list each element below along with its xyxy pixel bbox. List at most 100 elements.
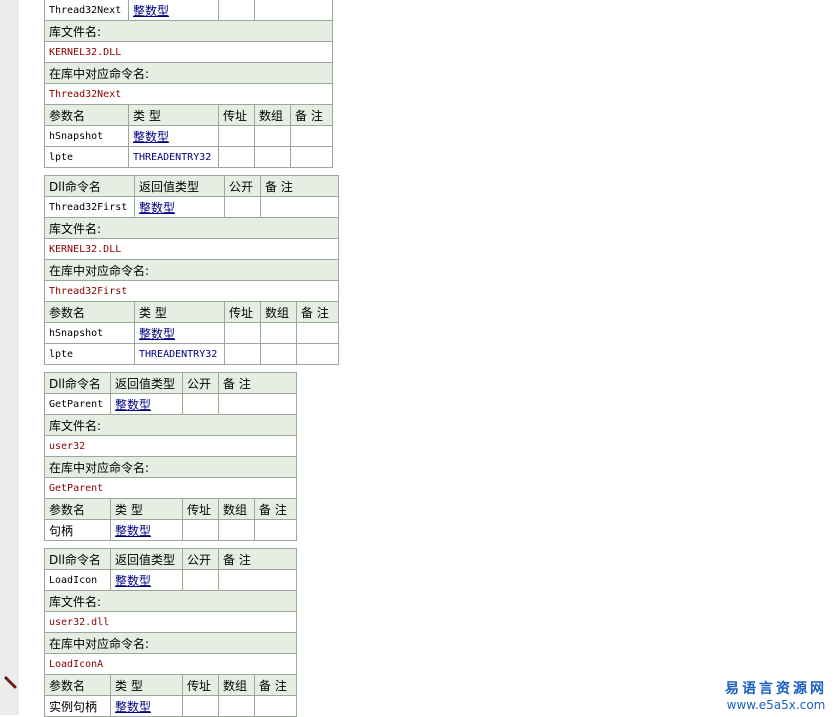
param-type-header: 类 型 — [134, 301, 225, 323]
param-type[interactable]: 整数型 — [110, 695, 183, 717]
lib-cmd-value: LoadIconA — [43, 653, 298, 675]
param-header-row: 参数名 类 型 传址 数组 备 注 — [44, 498, 298, 520]
dll-value-row: Thread32First 整数型 — [44, 196, 340, 218]
by-ref-header: 传址 — [182, 674, 219, 696]
param-name: lpte — [44, 146, 129, 168]
dll-name-value: Thread32First — [44, 196, 135, 218]
dll-value-row: LoadIcon 整数型 — [44, 569, 298, 591]
lib-cmd-value: Thread32Next — [43, 83, 334, 105]
dll-name-value: GetParent — [44, 393, 111, 415]
lib-cmd-label: 在库中对应命令名: — [43, 259, 340, 281]
lib-cmd-value: GetParent — [43, 477, 298, 499]
param-name: 句柄 — [44, 519, 111, 541]
param-remark-header: 备 注 — [253, 674, 298, 696]
array-header: 数组 — [254, 104, 291, 126]
lib-file-value: KERNEL32.DLL — [43, 238, 340, 260]
lib-file-label: 库文件名: — [43, 20, 334, 42]
dll-header-row: Dll命令名 返回值类型 公开 备 注 — [44, 548, 298, 570]
lib-file-value: KERNEL32.DLL — [43, 41, 334, 63]
param-name: hSnapshot — [44, 125, 129, 147]
param-name: 实例句柄 — [44, 695, 111, 717]
return-type-value[interactable]: 整数型 — [110, 569, 183, 591]
remark-header: 备 注 — [259, 175, 340, 197]
array-header: 数组 — [218, 498, 255, 520]
param-row: lpte THREADENTRY32 — [44, 146, 334, 168]
param-name: hSnapshot — [44, 322, 135, 344]
param-name-header: 参数名 — [44, 498, 111, 520]
param-row: hSnapshot 整数型 — [44, 125, 334, 147]
by-ref-header: 传址 — [224, 301, 261, 323]
array-header: 数组 — [218, 674, 255, 696]
lib-file-value: user32 — [43, 435, 298, 457]
param-remark-header: 备 注 — [253, 498, 298, 520]
dll-header-row: Dll命令名 返回值类型 公开 备 注 — [44, 175, 340, 197]
public-header: 公开 — [182, 372, 219, 394]
dll-name-header: Dll命令名 — [44, 548, 111, 570]
left-gutter — [0, 0, 19, 715]
return-type-header: 返回值类型 — [110, 548, 183, 570]
param-row: 句柄 整数型 — [44, 519, 298, 541]
lib-file-label: 库文件名: — [43, 217, 340, 239]
lib-cmd-label: 在库中对应命令名: — [43, 632, 298, 654]
param-row: lpte THREADENTRY32 — [44, 343, 340, 365]
dll-value-row: GetParent 整数型 — [44, 393, 298, 415]
param-type[interactable]: THREADENTRY32 — [128, 146, 219, 168]
public-value — [218, 0, 255, 21]
public-value — [182, 569, 219, 591]
remark-value — [217, 393, 298, 415]
remark-header: 备 注 — [217, 548, 298, 570]
return-type-header: 返回值类型 — [134, 175, 225, 197]
public-header: 公开 — [224, 175, 261, 197]
remark-value — [217, 569, 298, 591]
by-ref-header: 传址 — [218, 104, 255, 126]
lib-cmd-value: Thread32First — [43, 280, 340, 302]
remark-value — [253, 0, 334, 21]
param-name: lpte — [44, 343, 135, 365]
param-remark-header: 备 注 — [295, 301, 340, 323]
site-watermark: 易语言资源网 www.e5a5x.com — [725, 678, 827, 712]
dll-header-row: Dll命令名 返回值类型 公开 备 注 — [44, 372, 298, 394]
dll-command-block: Dll命令名 返回值类型 公开 备 注 LoadIcon 整数型 库文件名: u… — [43, 548, 298, 717]
param-remark-header: 备 注 — [289, 104, 334, 126]
param-type-header: 类 型 — [128, 104, 219, 126]
array-header: 数组 — [260, 301, 297, 323]
param-header-row: 参数名 类 型 传址 数组 备 注 — [44, 104, 334, 126]
dll-name-value: LoadIcon — [44, 569, 111, 591]
param-row: hSnapshot 整数型 — [44, 322, 340, 344]
dll-name-header: Dll命令名 — [44, 175, 135, 197]
lib-cmd-label: 在库中对应命令名: — [43, 456, 298, 478]
param-type[interactable]: 整数型 — [134, 322, 225, 344]
param-type-header: 类 型 — [110, 498, 183, 520]
param-type[interactable]: THREADENTRY32 — [134, 343, 225, 365]
remark-header: 备 注 — [217, 372, 298, 394]
public-header: 公开 — [182, 548, 219, 570]
lib-file-label: 库文件名: — [43, 590, 298, 612]
remark-value — [259, 196, 340, 218]
lib-cmd-label: 在库中对应命令名: — [43, 62, 334, 84]
param-type[interactable]: 整数型 — [110, 519, 183, 541]
dll-command-block: Dll命令名 返回值类型 公开 备 注 Thread32Next 整数型 库文件… — [43, 0, 334, 168]
dll-name-header: Dll命令名 — [44, 372, 111, 394]
pencil-icon[interactable] — [4, 676, 17, 689]
dll-command-block: Dll命令名 返回值类型 公开 备 注 GetParent 整数型 库文件名: … — [43, 372, 298, 541]
public-value — [182, 393, 219, 415]
param-header-row: 参数名 类 型 传址 数组 备 注 — [44, 674, 298, 696]
param-type[interactable]: 整数型 — [128, 125, 219, 147]
return-type-value[interactable]: 整数型 — [134, 196, 225, 218]
param-name-header: 参数名 — [44, 301, 135, 323]
param-name-header: 参数名 — [44, 674, 111, 696]
dll-command-block: Dll命令名 返回值类型 公开 备 注 Thread32First 整数型 库文… — [43, 175, 340, 365]
param-name-header: 参数名 — [44, 104, 129, 126]
public-value — [224, 196, 261, 218]
dll-value-row: Thread32Next 整数型 — [44, 0, 334, 21]
watermark-url: www.e5a5x.com — [726, 698, 826, 712]
lib-file-label: 库文件名: — [43, 414, 298, 436]
param-header-row: 参数名 类 型 传址 数组 备 注 — [44, 301, 340, 323]
return-type-value[interactable]: 整数型 — [128, 0, 219, 21]
watermark-title: 易语言资源网 — [725, 681, 827, 697]
return-type-value[interactable]: 整数型 — [110, 393, 183, 415]
lib-file-value: user32.dll — [43, 611, 298, 633]
param-row: 实例句柄 整数型 — [44, 695, 298, 717]
dll-name-value: Thread32Next — [44, 0, 129, 21]
param-type-header: 类 型 — [110, 674, 183, 696]
